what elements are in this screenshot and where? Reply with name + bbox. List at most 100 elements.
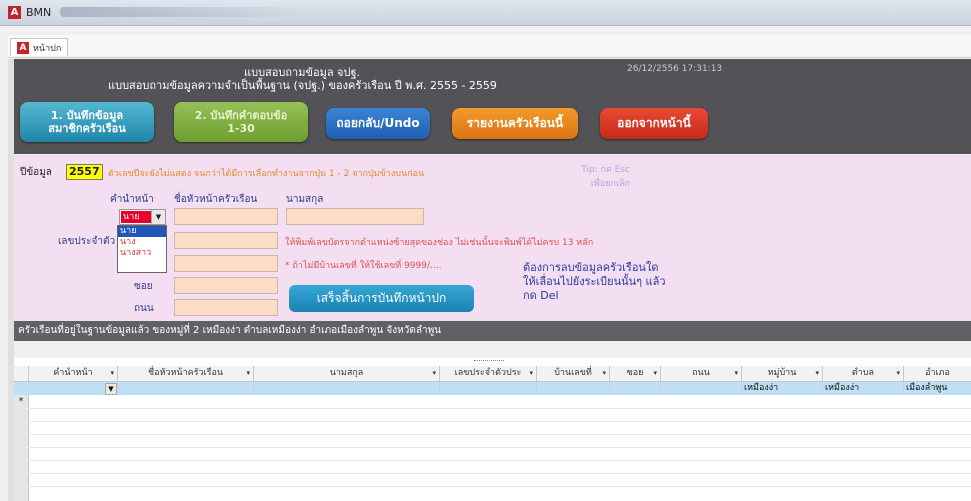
road-cell[interactable] — [661, 382, 742, 395]
column-header[interactable]: ถนน ▾ — [661, 366, 742, 381]
column-header[interactable]: หมู่บ้าน ▾ — [742, 366, 823, 381]
prefix-option[interactable]: นาย — [118, 226, 166, 237]
datasheet-header: คำนำหน้า ▾ ชื่อหัวหน้าครัวเรือน ▾ นามสกุล ▾… — [14, 366, 971, 382]
chevron-down-icon[interactable]: ▼ — [151, 210, 165, 224]
chevron-down-icon[interactable]: ▾ — [432, 366, 436, 381]
soi-label: ซอย — [134, 281, 153, 292]
exit-page-button[interactable]: ออกจากหน้านี้ — [600, 108, 708, 139]
household-status-bar: ครัวเรือนที่อยู่ในฐานข้อมูลแล้ว ของหมู่ท… — [14, 321, 971, 341]
column-label: ซอย — [626, 368, 644, 378]
chevron-down-icon[interactable]: ▾ — [246, 366, 250, 381]
status-text: ครัวเรือนที่อยู่ในฐานข้อมูลแล้ว ของหมู่ท… — [18, 325, 442, 336]
road-field[interactable] — [174, 299, 278, 316]
head-name-cell[interactable] — [118, 382, 254, 395]
grid-line — [14, 408, 971, 409]
current-datetime: 26/12/2556 17:31:13 — [627, 64, 723, 74]
grid-line — [14, 434, 971, 435]
chevron-down-icon[interactable]: ▾ — [529, 366, 533, 381]
village-cell[interactable]: เหมืองง่า — [742, 382, 823, 395]
title-bar-blurred-region — [60, 7, 310, 17]
soi-cell[interactable] — [610, 382, 661, 395]
delete-instruction: ต้องการลบข้อมูลครัวเรือนใด ให้เลื่อนไปยั… — [523, 261, 666, 302]
row-selector-column[interactable]: ✎ * — [14, 382, 29, 501]
grid-line — [14, 473, 971, 474]
column-header[interactable]: นามสกุล ▾ — [254, 366, 440, 381]
new-record-icon: * — [18, 396, 24, 407]
surname-label: นามสกุล — [286, 194, 324, 205]
prefix-combobox[interactable]: นาย ▼ — [119, 209, 166, 225]
form-icon: A — [17, 41, 29, 54]
form-header: แบบสอบถามข้อมูล จปฐ. แบบสอบถามข้อมูลความ… — [14, 59, 971, 154]
grid-line — [14, 486, 971, 487]
house-number-field[interactable] — [174, 255, 278, 272]
prefix-selected-value: นาย — [121, 211, 151, 223]
id-note: ให้พิมพ์เลขบัตรจากตำแหน่งซ้ายสุดของช่อง … — [285, 238, 594, 248]
finish-cover-button[interactable]: เสร็จสิ้นการบันทึกหน้าปก — [289, 285, 474, 312]
column-header[interactable]: ชื่อหัวหน้าครัวเรือน ▾ — [118, 366, 254, 381]
road-label: ถนน — [134, 303, 154, 314]
house-note: * ถ้าไม่มีบ้านเลขที่ ให้ใช้เลขที่ 9999/.… — [285, 261, 442, 271]
chevron-down-icon[interactable]: ▾ — [653, 366, 657, 381]
chevron-down-icon[interactable]: ▾ — [815, 366, 819, 381]
chevron-down-icon[interactable]: ▾ — [110, 366, 114, 381]
column-header[interactable]: ซอย ▾ — [610, 366, 661, 381]
window-title-bar: A BMN — [0, 0, 971, 26]
prefix-option[interactable]: นางสาว — [118, 248, 166, 259]
column-label: อำเภอ — [925, 368, 950, 378]
column-label: บ้านเลขที่ — [554, 368, 592, 378]
chevron-down-icon[interactable]: ▾ — [896, 366, 900, 381]
record-answers-button[interactable]: 2. บันทึกคำตอบข้อ 1-30 — [174, 102, 308, 142]
head-name-field[interactable] — [174, 208, 278, 225]
window-title: BMN — [26, 6, 52, 19]
document-tab-strip: A หน้าปก — [8, 35, 971, 58]
column-header[interactable]: เลขประจำตัวประ ▾ — [440, 366, 537, 381]
prefix-option[interactable]: นาง — [118, 237, 166, 248]
year-note: ตัวเลขปีจะยังไม่แสดง จนกว่าได้มีการเลือก… — [108, 169, 425, 179]
table-row[interactable]: ▼ เหมืองง่า เหมืองง่า เมืองลำพูน — [14, 382, 971, 395]
record-members-label: 1. บันทึกข้อมูล สมาชิกครัวเรือน — [48, 109, 126, 135]
id-label: เลขประจำตัว — [58, 236, 116, 247]
column-header[interactable]: คำนำหน้า ▾ — [29, 366, 118, 381]
prefix-dropdown-list[interactable]: นาย นาง นางสาว — [117, 225, 167, 273]
surname-cell[interactable] — [254, 382, 440, 395]
record-answers-label: 2. บันทึกคำตอบข้อ 1-30 — [194, 109, 288, 135]
chevron-down-icon[interactable]: ▾ — [602, 366, 606, 381]
tab-label: หน้าปก — [33, 43, 62, 54]
id-cell[interactable] — [440, 382, 537, 395]
column-label: นามสกุล — [329, 368, 364, 378]
household-report-button[interactable]: รายงานครัวเรือนนี้ — [452, 108, 578, 139]
access-app-icon: A — [8, 6, 21, 19]
year-field[interactable]: 2557 — [66, 164, 103, 180]
cover-form: ปีข้อมูล 2557 ตัวเลขปีจะยังไม่แสดง จนกว่… — [14, 155, 971, 321]
subdistrict-cell[interactable]: เหมืองง่า — [823, 382, 904, 395]
house-number-cell[interactable] — [537, 382, 610, 395]
column-header[interactable]: บ้านเลขที่ ▾ — [537, 366, 610, 381]
chevron-down-icon[interactable]: ▾ — [734, 366, 738, 381]
id-number-field[interactable] — [174, 232, 278, 249]
grid-line — [14, 421, 971, 422]
grid-line — [14, 460, 971, 461]
tip-text: Tip: กด Esc เพื่อยกเลิก — [581, 165, 630, 189]
grid-line — [14, 447, 971, 448]
splitter-handle[interactable] — [474, 360, 504, 362]
prefix-cell[interactable]: ▼ — [29, 382, 118, 395]
prefix-label: คำนำหน้า — [110, 194, 154, 205]
soi-field[interactable] — [174, 277, 278, 294]
column-header[interactable]: ตำบล ▾ — [823, 366, 904, 381]
undo-button[interactable]: ถอยกลับ/Undo — [326, 108, 430, 139]
record-members-button[interactable]: 1. บันทึกข้อมูล สมาชิกครัวเรือน — [20, 102, 154, 142]
household-datasheet[interactable]: คำนำหน้า ▾ ชื่อหัวหน้าครัวเรือน ▾ นามสกุล ▾… — [14, 358, 971, 501]
column-header[interactable]: อำเภอ — [904, 366, 971, 381]
head-name-label: ชื่อหัวหน้าครัวเรือน — [174, 194, 258, 205]
column-label: เลขประจำตัวประ — [454, 368, 522, 378]
column-label: ถนน — [692, 368, 710, 378]
form-subtitle: แบบสอบถามข้อมูลความจำเป็นพื้นฐาน (จปฐ.) … — [108, 79, 497, 92]
tab-cover-page[interactable]: A หน้าปก — [10, 38, 69, 56]
district-cell[interactable]: เมืองลำพูน — [904, 382, 971, 395]
column-label: คำนำหน้า — [53, 368, 93, 378]
chevron-down-icon[interactable]: ▼ — [105, 383, 117, 395]
surname-field[interactable] — [286, 208, 424, 225]
column-label: หมู่บ้าน — [767, 368, 797, 378]
row-selector-header[interactable] — [14, 366, 29, 381]
column-label: ตำบล — [851, 368, 875, 378]
